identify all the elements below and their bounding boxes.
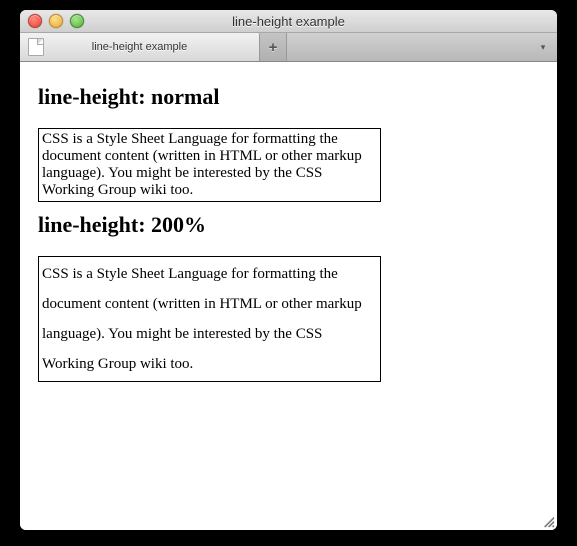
plus-icon: + [269, 39, 278, 56]
tab-label: line-height example [50, 41, 229, 53]
heading-normal: line-height: normal [38, 84, 539, 110]
zoom-icon[interactable] [70, 14, 84, 28]
resize-handle-icon[interactable] [541, 514, 555, 528]
example-box-normal: CSS is a Style Sheet Language for format… [38, 128, 381, 202]
close-icon[interactable] [28, 14, 42, 28]
window-controls [28, 14, 84, 28]
chevron-down-icon: ▾ [541, 42, 546, 53]
example-box-200: CSS is a Style Sheet Language for format… [38, 256, 381, 382]
example-text-200: CSS is a Style Sheet Language for format… [42, 266, 362, 372]
browser-window: line-height example line-height example … [20, 10, 557, 530]
tab-active[interactable]: line-height example [20, 33, 260, 61]
window-title: line-height example [20, 14, 557, 29]
page-content: line-height: normal CSS is a Style Sheet… [20, 62, 557, 530]
new-tab-button[interactable]: + [260, 33, 287, 61]
example-text-normal: CSS is a Style Sheet Language for format… [42, 131, 362, 198]
minimize-icon[interactable] [49, 14, 63, 28]
tab-overflow-button[interactable]: ▾ [533, 33, 553, 61]
heading-200: line-height: 200% [38, 212, 539, 238]
titlebar: line-height example [20, 10, 557, 33]
tab-bar: line-height example + ▾ [20, 33, 557, 62]
page-icon [28, 38, 44, 56]
